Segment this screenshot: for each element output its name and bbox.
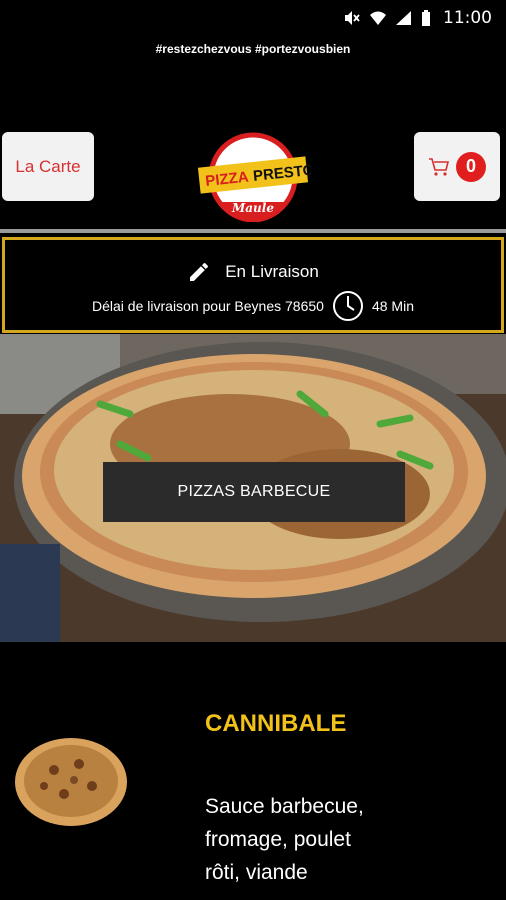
wifi-icon — [370, 11, 386, 25]
status-bar: 11:00 — [0, 0, 506, 36]
cart-icon — [429, 157, 450, 176]
clock-icon — [332, 291, 363, 321]
mute-icon — [345, 11, 360, 25]
header-divider — [0, 229, 506, 233]
cart-count-badge: 0 — [456, 151, 486, 182]
signal-icon — [396, 11, 411, 25]
delivery-info-panel[interactable]: En Livraison Délai de livraison pour Bey… — [2, 237, 504, 333]
category-hero[interactable]: PIZZAS BARBECUE — [0, 334, 506, 642]
hashtag-banner: #restezchezvous #portezvousbien — [155, 42, 351, 56]
svg-text:Maule: Maule — [231, 201, 274, 215]
pencil-icon[interactable] — [187, 260, 211, 284]
menu-button[interactable]: La Carte — [2, 132, 94, 201]
product-name: CANNIBALE — [205, 710, 347, 737]
product-description: Sauce barbecue, fromage, poulet rôti, vi… — [205, 795, 364, 884]
delivery-mode-label: En Livraison — [225, 262, 319, 281]
header: La Carte PIZZA PRESTO Maule 0 — [0, 132, 506, 222]
delivery-mode-row: En Livraison — [5, 260, 501, 284]
delivery-location-text: Délai de livraison pour Beynes 78650 — [92, 298, 324, 314]
category-title-button[interactable]: PIZZAS BARBECUE — [103, 462, 405, 522]
cart-button[interactable]: 0 — [414, 132, 500, 201]
clock: 11:00 — [443, 8, 492, 28]
delivery-time-row: Délai de livraison pour Beynes 78650 48 … — [5, 290, 501, 322]
delivery-time-value: 48 Min — [371, 298, 414, 314]
pizza-thumbnail — [15, 738, 127, 826]
product-card[interactable]: CANNIBALE Sauce barbecue, fromage, poule… — [0, 680, 506, 900]
pizza-presto-logo[interactable]: PIZZA PRESTO Maule — [195, 132, 311, 222]
battery-icon — [422, 10, 430, 26]
